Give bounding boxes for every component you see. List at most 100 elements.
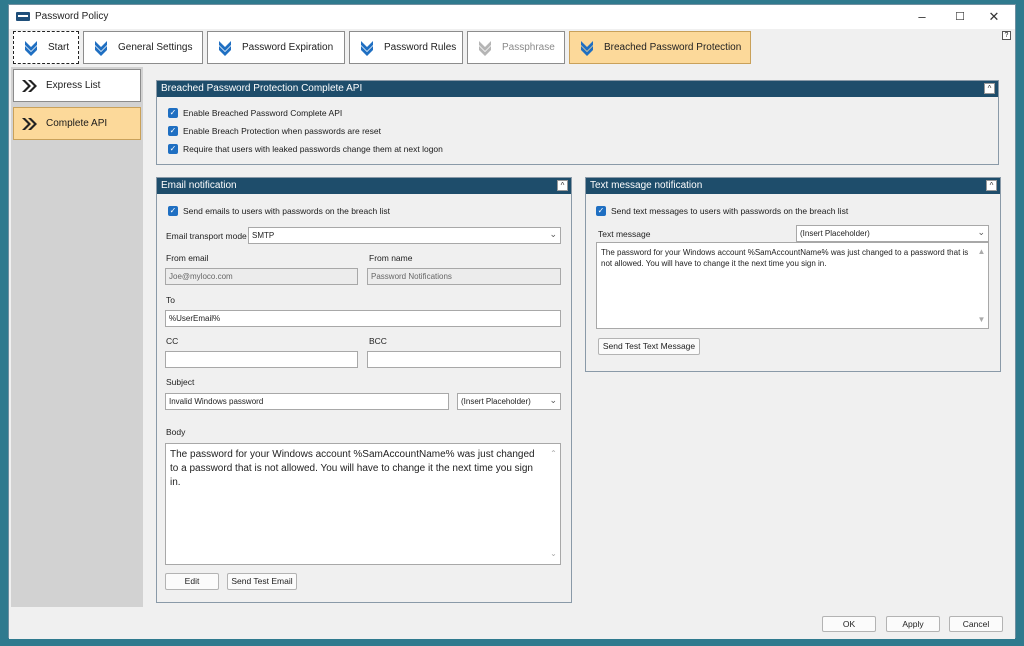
double-chevron-down-icon	[219, 40, 231, 56]
from-email-field[interactable]: Joe@myloco.com	[165, 268, 358, 285]
collapse-icon[interactable]: ^	[984, 83, 995, 94]
enable-breach-protection-checkbox[interactable]: ✓ Enable Breach Protection when password…	[168, 126, 381, 136]
email-placeholder-select[interactable]: (Insert Placeholder) ⌄	[457, 393, 561, 410]
checkmark-icon: ✓	[596, 206, 606, 216]
double-chevron-down-icon	[25, 40, 37, 56]
cc-field[interactable]	[165, 351, 358, 368]
body-label: Body	[166, 427, 186, 437]
tab-start[interactable]: Start	[13, 31, 79, 64]
sidebar-item-label: Express List	[46, 80, 101, 91]
sidebar-item-express-list[interactable]: Express List	[13, 69, 141, 102]
message-scrollbar[interactable]: ▲ ▼	[976, 244, 987, 327]
panel-title: Email notification	[161, 180, 237, 191]
require-change-checkbox[interactable]: ✓ Require that users with leaked passwor…	[168, 144, 443, 154]
bcc-field[interactable]	[367, 351, 561, 368]
panel-title: Text message notification	[590, 180, 703, 191]
checkbox-label: Require that users with leaked passwords…	[183, 144, 443, 154]
double-chevron-down-icon	[479, 40, 491, 56]
checkbox-label: Enable Breached Password Complete API	[183, 108, 343, 118]
checkmark-icon: ✓	[168, 108, 178, 118]
main-content: Breached Password Protection Complete AP…	[145, 67, 1011, 607]
double-chevron-down-icon	[581, 40, 593, 56]
panel-header: Breached Password Protection Complete AP…	[157, 81, 998, 97]
panel-header: Text message notification ^	[586, 178, 1000, 194]
sidebar-item-label: Complete API	[46, 118, 108, 129]
from-name-field[interactable]: Password Notifications	[367, 268, 561, 285]
collapse-icon[interactable]: ^	[986, 180, 997, 191]
chevron-down-icon[interactable]: ⌄	[548, 547, 559, 561]
tab-passphrase[interactable]: Passphrase	[467, 31, 565, 64]
checkmark-icon: ✓	[168, 126, 178, 136]
send-emails-checkbox[interactable]: ✓ Send emails to users with passwords on…	[168, 206, 390, 216]
transport-label: Email transport mode	[166, 231, 247, 241]
tab-label: Start	[48, 42, 70, 53]
tab-general-settings[interactable]: General Settings	[83, 31, 203, 64]
chevron-down-icon: ⌄	[977, 227, 985, 237]
app-icon	[16, 12, 30, 21]
tab-label: Passphrase	[502, 42, 555, 53]
window-title: Password Policy	[35, 11, 109, 22]
title-bar: Password Policy – ☐ ✕	[9, 5, 1015, 29]
text-message-textarea[interactable]: The password for your Windows account %S…	[596, 242, 989, 329]
checkbox-label: Send text messages to users with passwor…	[611, 206, 849, 216]
sms-panel: Text message notification ^ ✓ Send text …	[585, 177, 1001, 372]
panel-header: Email notification ^	[157, 178, 571, 194]
tab-label: General Settings	[118, 42, 193, 53]
password-policy-window: Password Policy – ☐ ✕ ? Start General Se…	[8, 4, 1016, 639]
message-text: The password for your Windows account %S…	[601, 248, 969, 268]
subject-field[interactable]: Invalid Windows password	[165, 393, 449, 410]
maximize-icon[interactable]: ☐	[943, 7, 977, 27]
placeholder-value: (Insert Placeholder)	[800, 229, 870, 238]
to-field[interactable]: %UserEmail%	[165, 310, 561, 327]
from-email-label: From email	[166, 253, 209, 263]
panel-title: Breached Password Protection Complete AP…	[161, 83, 363, 94]
tab-password-expiration[interactable]: Password Expiration	[207, 31, 345, 64]
chevron-up-icon[interactable]: ⌃	[548, 447, 559, 461]
ok-button[interactable]: OK	[822, 616, 876, 632]
to-label: To	[166, 295, 175, 305]
send-test-text-button[interactable]: Send Test Text Message	[598, 338, 700, 355]
send-texts-checkbox[interactable]: ✓ Send text messages to users with passw…	[596, 206, 848, 216]
chevron-down-icon: ⌄	[549, 229, 557, 239]
sidebar-item-complete-api[interactable]: Complete API	[13, 107, 141, 140]
email-panel: Email notification ^ ✓ Send emails to us…	[156, 177, 572, 603]
collapse-icon[interactable]: ^	[557, 180, 568, 191]
tab-password-rules[interactable]: Password Rules	[349, 31, 463, 64]
cancel-button[interactable]: Cancel	[949, 616, 1003, 632]
tab-label: Password Expiration	[242, 42, 334, 53]
tab-bar: Start General Settings Password Expirati…	[13, 31, 973, 65]
cc-label: CC	[166, 336, 179, 346]
checkmark-icon: ✓	[168, 144, 178, 154]
double-chevron-down-icon	[361, 40, 373, 56]
text-message-label: Text message	[598, 229, 651, 239]
help-icon[interactable]: ?	[1002, 31, 1011, 40]
placeholder-value: (Insert Placeholder)	[461, 397, 531, 406]
double-chevron-right-icon	[22, 79, 37, 92]
chevron-up-icon[interactable]: ▲	[976, 246, 987, 257]
transport-select[interactable]: SMTP ⌄	[248, 227, 561, 244]
bcc-label: BCC	[369, 336, 387, 346]
chevron-down-icon[interactable]: ▼	[976, 314, 987, 325]
body-scrollbar[interactable]: ⌃ ⌄	[548, 445, 559, 563]
checkmark-icon: ✓	[168, 206, 178, 216]
close-icon[interactable]: ✕	[977, 7, 1011, 27]
body-textarea[interactable]: The password for your Windows account %S…	[165, 443, 561, 565]
from-name-label: From name	[369, 253, 413, 263]
transport-value: SMTP	[252, 231, 275, 240]
chevron-down-icon: ⌄	[549, 395, 557, 405]
subject-label: Subject	[166, 377, 195, 387]
edit-button[interactable]: Edit	[165, 573, 219, 590]
send-test-email-button[interactable]: Send Test Email	[227, 573, 297, 590]
tab-label: Password Rules	[384, 42, 457, 53]
apply-button[interactable]: Apply	[886, 616, 940, 632]
enable-complete-api-checkbox[interactable]: ✓ Enable Breached Password Complete API	[168, 108, 342, 118]
tab-label: Breached Password Protection	[604, 42, 742, 53]
minimize-icon[interactable]: –	[905, 7, 939, 27]
tab-breached-password-protection[interactable]: Breached Password Protection	[569, 31, 751, 64]
double-chevron-right-icon	[22, 117, 37, 130]
sidebar: Express List Complete API	[11, 67, 143, 607]
checkbox-label: Enable Breach Protection when passwords …	[183, 126, 381, 136]
dialog-footer: OK Apply Cancel	[9, 609, 1015, 639]
sms-placeholder-select[interactable]: (Insert Placeholder) ⌄	[796, 225, 989, 242]
body-text: The password for your Windows account %S…	[170, 449, 535, 488]
